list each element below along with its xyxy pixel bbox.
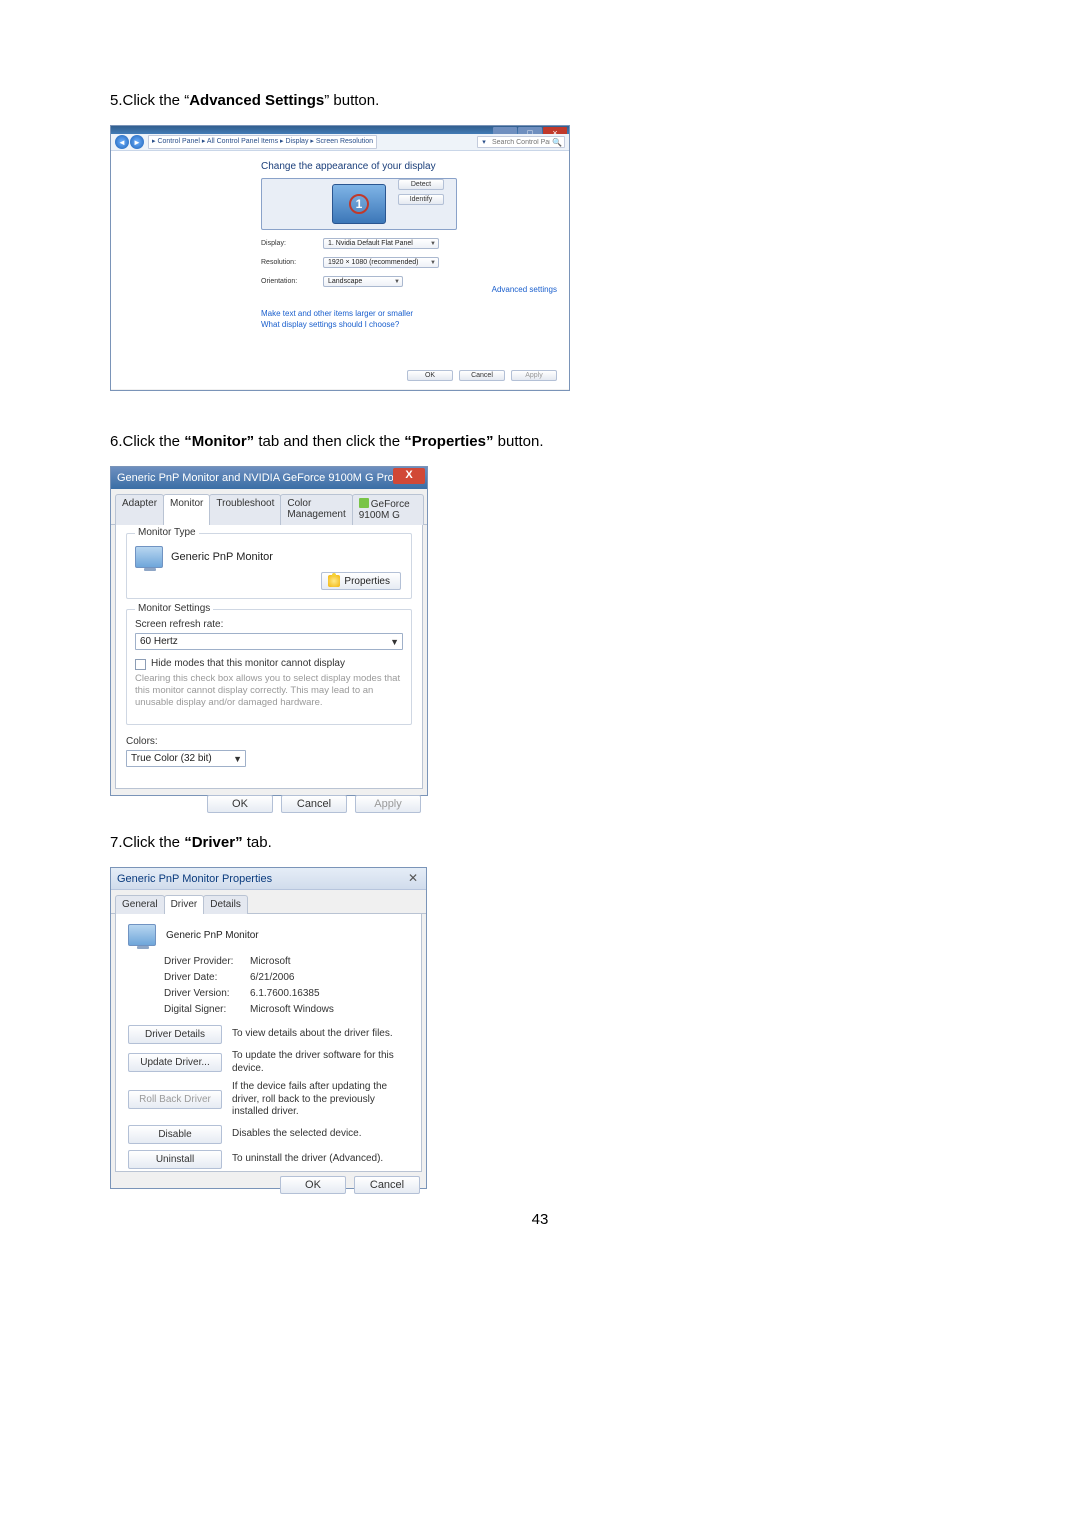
tab-monitor[interactable]: Monitor xyxy=(163,494,210,525)
roll-back-desc: If the device fails after updating the d… xyxy=(232,1081,409,1119)
dialog-title: Generic PnP Monitor and NVIDIA GeForce 9… xyxy=(117,472,421,484)
ok-button[interactable]: OK xyxy=(407,370,453,381)
uninstall-button[interactable]: Uninstall xyxy=(128,1150,222,1169)
monitor-icon xyxy=(128,924,156,946)
uninstall-desc: To uninstall the driver (Advanced). xyxy=(232,1153,383,1166)
monitor-icon xyxy=(135,546,163,568)
resolution-select[interactable]: 1920 × 1080 (recommended)▼ xyxy=(323,257,439,268)
tab-color[interactable]: Color Management xyxy=(280,494,352,525)
breadcrumb[interactable]: ▸ Control Panel ▸ All Control Panel Item… xyxy=(148,135,377,149)
search-input[interactable] xyxy=(490,139,552,146)
group-label-settings: Monitor Settings xyxy=(135,603,213,614)
titlebar: Generic PnP Monitor and NVIDIA GeForce 9… xyxy=(111,467,427,489)
display-select[interactable]: 1. Nvidia Default Flat Panel▼ xyxy=(323,238,439,249)
driver-details-desc: To view details about the driver files. xyxy=(232,1028,393,1041)
monitor-settings-group: Monitor Settings Screen refresh rate: 60… xyxy=(126,609,412,725)
ok-button[interactable]: OK xyxy=(280,1176,346,1194)
provider-key: Driver Provider: xyxy=(164,956,250,967)
tab-troubleshoot[interactable]: Troubleshoot xyxy=(209,494,281,525)
tab-driver[interactable]: Driver xyxy=(164,895,205,914)
search-icon: 🔍 xyxy=(552,138,562,147)
address-bar: ◄ ► ▸ Control Panel ▸ All Control Panel … xyxy=(111,134,569,151)
driver-details-button[interactable]: Driver Details xyxy=(128,1025,222,1044)
identify-button[interactable]: Identify xyxy=(398,194,444,205)
monitor-properties-dialog: Generic PnP Monitor and NVIDIA GeForce 9… xyxy=(110,466,428,796)
detect-button[interactable]: Detect xyxy=(398,179,444,190)
page-number: 43 xyxy=(110,1211,970,1228)
ok-button[interactable]: OK xyxy=(207,795,273,813)
signer-val: Microsoft Windows xyxy=(250,1004,334,1015)
refresh-select[interactable]: 60 Hertz▼ xyxy=(135,633,403,650)
text-size-link[interactable]: Make text and other items larger or smal… xyxy=(261,309,555,318)
tab-general[interactable]: General xyxy=(115,895,165,914)
version-val: 6.1.7600.16385 xyxy=(250,988,320,999)
orientation-label: Orientation: xyxy=(261,278,315,285)
tab-details[interactable]: Details xyxy=(203,895,248,914)
chevron-down-icon: ▼ xyxy=(390,637,399,647)
help-link[interactable]: What display settings should I choose? xyxy=(261,320,555,329)
colors-label: Colors: xyxy=(126,736,158,747)
chevron-down-icon: ▼ xyxy=(233,754,242,764)
disable-desc: Disables the selected device. xyxy=(232,1128,362,1141)
chevron-down-icon: ▼ xyxy=(430,241,436,247)
tab-adapter[interactable]: Adapter xyxy=(115,494,164,525)
cancel-button[interactable]: Cancel xyxy=(281,795,347,813)
hide-modes-label: Hide modes that this monitor cannot disp… xyxy=(151,658,345,669)
chevron-down-icon: ▼ xyxy=(394,279,400,285)
dialog-title: Generic PnP Monitor Properties xyxy=(117,873,272,885)
step5-text: 5.Click the “Advanced Settings” button. xyxy=(110,90,970,111)
screen-resolution-window: _ □ × ◄ ► ▸ Control Panel ▸ All Control … xyxy=(110,125,570,391)
cancel-button[interactable]: Cancel xyxy=(459,370,505,381)
tabs: Adapter Monitor Troubleshoot Color Manag… xyxy=(111,489,427,525)
close-button[interactable]: X xyxy=(393,468,425,484)
step6-text: 6.Click the “Monitor” tab and then click… xyxy=(110,431,970,452)
group-label-type: Monitor Type xyxy=(135,527,199,538)
search-box[interactable]: ▾ 🔍 xyxy=(477,136,565,148)
tabs: General Driver Details xyxy=(111,890,426,914)
step7-text: 7.Click the “Driver” tab. xyxy=(110,832,970,853)
tab-gpu[interactable]: GeForce 9100M G xyxy=(352,494,424,525)
cancel-button[interactable]: Cancel xyxy=(354,1176,420,1194)
date-key: Driver Date: xyxy=(164,972,250,983)
signer-key: Digital Signer: xyxy=(164,1004,250,1015)
update-driver-button[interactable]: Update Driver... xyxy=(128,1053,222,1072)
monitor-name: Generic PnP Monitor xyxy=(171,551,273,563)
close-button[interactable]: ✕ xyxy=(406,872,420,886)
monitor-name: Generic PnP Monitor xyxy=(166,930,259,941)
forward-button[interactable]: ► xyxy=(130,135,144,149)
provider-val: Microsoft xyxy=(250,956,291,967)
shield-icon xyxy=(328,575,340,587)
driver-info: Driver Provider:Microsoft Driver Date:6/… xyxy=(164,956,409,1015)
disable-button[interactable]: Disable xyxy=(128,1125,222,1144)
hide-modes-desc: Clearing this check box allows you to se… xyxy=(135,673,403,709)
roll-back-button[interactable]: Roll Back Driver xyxy=(128,1090,222,1109)
page-heading: Change the appearance of your display xyxy=(261,161,555,172)
step5-post: ” button. xyxy=(324,92,379,109)
colors-select[interactable]: True Color (32 bit)▼ xyxy=(126,750,246,767)
version-key: Driver Version: xyxy=(164,988,250,999)
refresh-label: Screen refresh rate: xyxy=(135,619,223,630)
resolution-label: Resolution: xyxy=(261,259,315,266)
step5-bold: Advanced Settings xyxy=(189,92,324,109)
step5-pre: 5.Click the “ xyxy=(110,92,189,109)
display-label: Display: xyxy=(261,240,315,247)
update-driver-desc: To update the driver software for this d… xyxy=(232,1050,409,1075)
monitor-thumb[interactable]: 1 xyxy=(332,184,386,224)
advanced-settings-link[interactable]: Advanced settings xyxy=(492,285,557,294)
display-preview: 1 Detect Identify xyxy=(261,178,457,230)
back-button[interactable]: ◄ xyxy=(115,135,129,149)
apply-button[interactable]: Apply xyxy=(511,370,557,381)
date-val: 6/21/2006 xyxy=(250,972,295,983)
orientation-select[interactable]: Landscape▼ xyxy=(323,276,403,287)
chevron-down-icon: ▼ xyxy=(430,260,436,266)
driver-properties-dialog: Generic PnP Monitor Properties ✕ General… xyxy=(110,867,427,1189)
properties-button[interactable]: Properties xyxy=(321,572,401,590)
checkbox-icon xyxy=(135,659,146,670)
hide-modes-checkbox[interactable]: Hide modes that this monitor cannot disp… xyxy=(135,658,403,670)
apply-button[interactable]: Apply xyxy=(355,795,421,813)
monitor-type-group: Monitor Type Generic PnP Monitor Propert… xyxy=(126,533,412,599)
monitor-number: 1 xyxy=(349,194,369,214)
nvidia-icon xyxy=(359,498,369,508)
titlebar: Generic PnP Monitor Properties ✕ xyxy=(111,868,426,890)
